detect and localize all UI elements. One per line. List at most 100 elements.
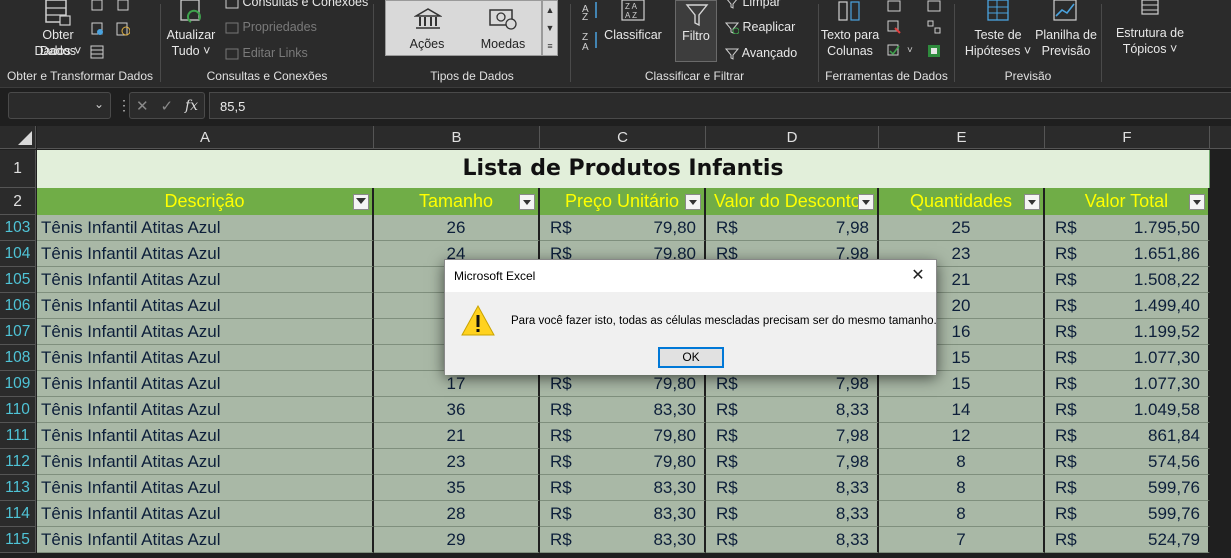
cell-valor-total[interactable]: R$ 1.508,22 bbox=[1045, 267, 1210, 293]
filter-dropdown-icon[interactable] bbox=[858, 194, 874, 210]
from-web-icon[interactable] bbox=[90, 22, 104, 36]
row-header[interactable]: 113 bbox=[0, 475, 36, 501]
empty-cell[interactable] bbox=[1210, 293, 1231, 319]
from-text-icon[interactable] bbox=[90, 0, 104, 14]
cell-valor-total[interactable]: R$ 1.077,30 bbox=[1045, 371, 1210, 397]
empty-cell[interactable] bbox=[1210, 527, 1231, 553]
column-header-a[interactable]: A bbox=[37, 126, 374, 149]
cell-preco-unitario[interactable]: R$ 83,30 bbox=[540, 527, 706, 553]
filter-dropdown-icon[interactable] bbox=[519, 194, 535, 210]
column-header-g[interactable] bbox=[1210, 126, 1231, 149]
cell-descricao[interactable]: Tênis Infantil Atitas Azul bbox=[37, 449, 374, 475]
cell-preco-unitario[interactable]: R$ 83,30 bbox=[540, 501, 706, 527]
empty-cell[interactable] bbox=[1210, 319, 1231, 345]
filter-dropdown-icon[interactable] bbox=[1024, 194, 1040, 210]
sort-a-z-icon[interactable]: AZ bbox=[581, 0, 601, 20]
cell-descricao[interactable]: Tênis Infantil Atitas Azul bbox=[37, 475, 374, 501]
header-tamanho[interactable]: Tamanho bbox=[374, 188, 540, 215]
cancel-entry-icon[interactable]: ✕ bbox=[136, 97, 149, 115]
gallery-down-icon[interactable]: ▼ bbox=[543, 19, 557, 37]
column-header-f[interactable]: F bbox=[1045, 126, 1210, 149]
cell-descricao[interactable]: Tênis Infantil Atitas Azul bbox=[37, 423, 374, 449]
cell-quantidades[interactable]: 7 bbox=[879, 527, 1045, 553]
cell-valor-total[interactable]: R$ 1.077,30 bbox=[1045, 345, 1210, 371]
row-header[interactable]: 106 bbox=[0, 293, 36, 319]
cell-tamanho[interactable]: 26 bbox=[374, 215, 540, 241]
from-table-icon[interactable] bbox=[90, 45, 104, 59]
cell-valor-total[interactable]: R$ 1.049,58 bbox=[1045, 397, 1210, 423]
empty-cell[interactable] bbox=[1210, 267, 1231, 293]
row-header[interactable]: 115 bbox=[0, 527, 36, 553]
cell-descricao[interactable]: Tênis Infantil Atitas Azul bbox=[37, 527, 374, 553]
empty-cell[interactable] bbox=[1210, 397, 1231, 423]
cell-descricao[interactable]: Tênis Infantil Atitas Azul bbox=[37, 371, 374, 397]
cell-valor-total[interactable]: R$ 599,76 bbox=[1045, 501, 1210, 527]
header-quantidades[interactable]: Quantidades bbox=[879, 188, 1045, 215]
estrutura-topicos-button[interactable]: Estrutura de Tópicos ˅ bbox=[1108, 0, 1192, 62]
row-header-2[interactable]: 2 bbox=[0, 188, 36, 215]
cell-valor-total[interactable]: R$ 524,79 bbox=[1045, 527, 1210, 553]
cell-preco-unitario[interactable]: R$ 79,80 bbox=[540, 423, 706, 449]
cell-valor-total[interactable]: R$ 599,76 bbox=[1045, 475, 1210, 501]
row-header[interactable]: 108 bbox=[0, 345, 36, 371]
flash-fill-icon[interactable] bbox=[887, 0, 901, 14]
cell-quantidades[interactable]: 14 bbox=[879, 397, 1045, 423]
cell-descricao[interactable]: Tênis Infantil Atitas Azul bbox=[37, 397, 374, 423]
sort-z-a-icon[interactable]: ZA bbox=[581, 30, 601, 52]
header-valor-desconto[interactable]: Valor do Desconto bbox=[706, 188, 879, 215]
row-header[interactable]: 111 bbox=[0, 423, 36, 449]
header-valor-total[interactable]: Valor Total bbox=[1045, 188, 1210, 215]
reaplicar-button[interactable]: Reaplicar bbox=[724, 20, 795, 35]
filter-dropdown-icon[interactable] bbox=[1189, 194, 1205, 210]
empty-cell[interactable] bbox=[1210, 475, 1231, 501]
cell-tamanho[interactable]: 29 bbox=[374, 527, 540, 553]
gallery-up-icon[interactable]: ▲ bbox=[543, 1, 557, 19]
name-box[interactable]: ⌄ bbox=[8, 92, 111, 119]
editar-links-button[interactable]: Editar Links bbox=[225, 46, 308, 60]
cell-descricao[interactable]: Tênis Infantil Atitas Azul bbox=[37, 293, 374, 319]
cell-quantidades[interactable]: 8 bbox=[879, 475, 1045, 501]
empty-cell[interactable] bbox=[1210, 423, 1231, 449]
row-header[interactable]: 110 bbox=[0, 397, 36, 423]
avancado-button[interactable]: Avançado bbox=[724, 46, 797, 60]
row-header[interactable]: 103 bbox=[0, 215, 36, 241]
cell-tamanho[interactable]: 36 bbox=[374, 397, 540, 423]
ok-button[interactable]: OK bbox=[658, 347, 724, 368]
empty-cell[interactable] bbox=[1210, 241, 1231, 267]
cell-valor-desconto[interactable]: R$ 8,33 bbox=[706, 501, 879, 527]
cell-valor-total[interactable]: R$ 1.499,40 bbox=[1045, 293, 1210, 319]
filter-active-icon[interactable] bbox=[353, 194, 369, 210]
row-header[interactable]: 107 bbox=[0, 319, 36, 345]
row-header[interactable]: 109 bbox=[0, 371, 36, 397]
cell-valor-desconto[interactable]: R$ 8,33 bbox=[706, 527, 879, 553]
gallery-scroll[interactable]: ▲ ▼ ≡ bbox=[542, 0, 558, 56]
cell-preco-unitario[interactable]: R$ 83,30 bbox=[540, 397, 706, 423]
cell-quantidades[interactable]: 25 bbox=[879, 215, 1045, 241]
cell-valor-desconto[interactable]: R$ 7,98 bbox=[706, 423, 879, 449]
consultas-conexoes-button[interactable]: Consultas e Conexões bbox=[225, 0, 368, 9]
cell-tamanho[interactable]: 35 bbox=[374, 475, 540, 501]
cell-descricao[interactable]: Tênis Infantil Atitas Azul bbox=[37, 215, 374, 241]
cell-tamanho[interactable]: 28 bbox=[374, 501, 540, 527]
cell-descricao[interactable]: Tênis Infantil Atitas Azul bbox=[37, 319, 374, 345]
cell-valor-total[interactable]: R$ 574,56 bbox=[1045, 449, 1210, 475]
column-header-d[interactable]: D bbox=[706, 126, 879, 149]
cell-tamanho[interactable]: 21 bbox=[374, 423, 540, 449]
empty-cell[interactable] bbox=[1210, 371, 1231, 397]
obter-dados-button[interactable]: Obter Dados Dados ˅ bbox=[30, 0, 86, 62]
row-header-1[interactable]: 1 bbox=[0, 150, 36, 188]
empty-cell[interactable] bbox=[1210, 501, 1231, 527]
cell-preco-unitario[interactable]: R$ 79,80 bbox=[540, 449, 706, 475]
column-header-c[interactable]: C bbox=[540, 126, 706, 149]
empty-cell[interactable] bbox=[1210, 449, 1231, 475]
cell-descricao[interactable]: Tênis Infantil Atitas Azul bbox=[37, 241, 374, 267]
cell-tamanho[interactable]: 23 bbox=[374, 449, 540, 475]
sheet-title[interactable]: Lista de Produtos Infantis bbox=[37, 150, 1210, 188]
name-box-dropdown-icon[interactable]: ⌄ bbox=[94, 97, 104, 111]
header-preco-unitario[interactable]: Preço Unitário bbox=[540, 188, 706, 215]
cell-preco-unitario[interactable]: R$ 83,30 bbox=[540, 475, 706, 501]
data-model-icon[interactable] bbox=[927, 44, 941, 58]
column-header-b[interactable]: B bbox=[374, 126, 540, 149]
select-all-button[interactable] bbox=[0, 126, 36, 149]
row-header[interactable]: 112 bbox=[0, 449, 36, 475]
